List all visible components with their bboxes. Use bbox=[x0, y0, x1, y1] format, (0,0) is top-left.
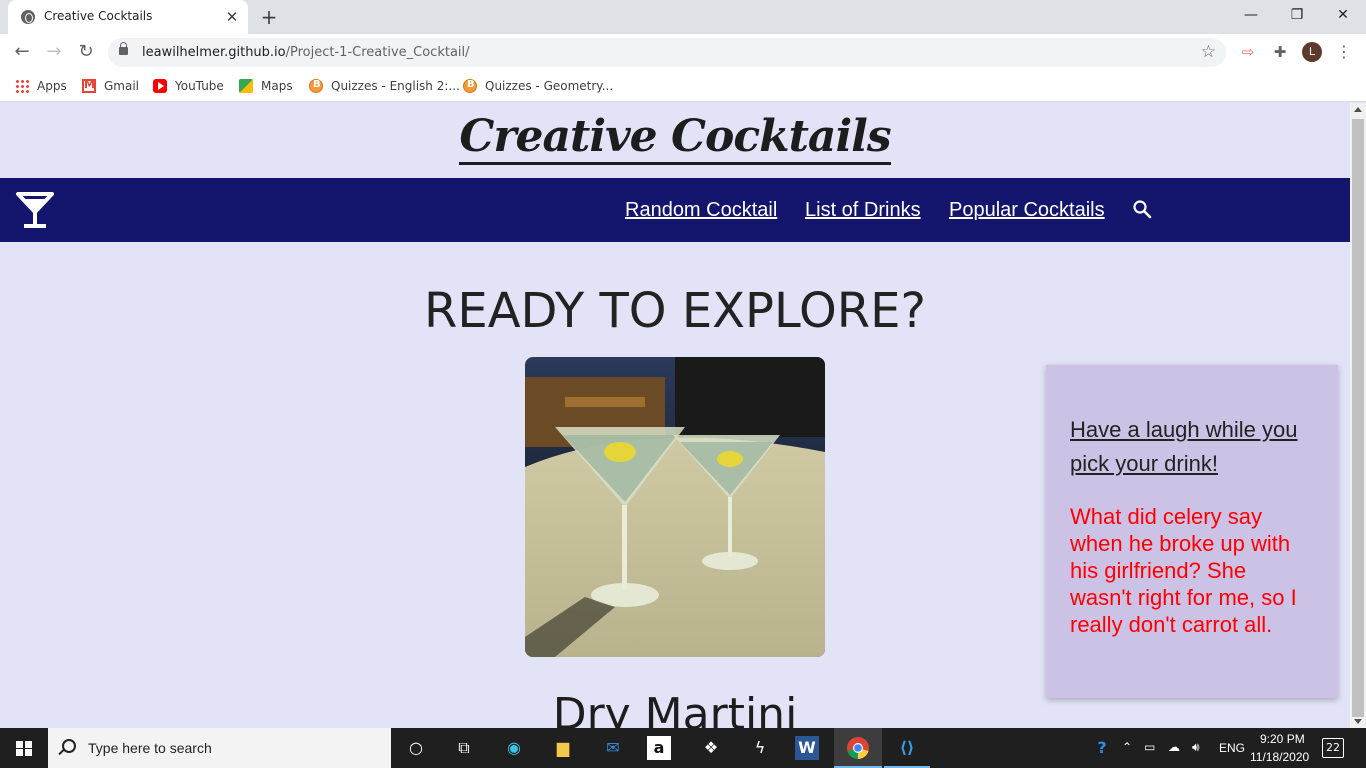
chrome-menu-icon[interactable]: ⋮ bbox=[1336, 40, 1352, 64]
gmail-icon bbox=[82, 78, 96, 93]
word-icon[interactable]: W bbox=[795, 736, 819, 760]
page-scrollbar[interactable] bbox=[1350, 103, 1366, 728]
profile-avatar[interactable]: L bbox=[1302, 42, 1322, 62]
mail-icon[interactable]: ✉ bbox=[599, 734, 627, 762]
reload-icon[interactable]: ↻ bbox=[74, 40, 98, 64]
bookmark-label: YouTube bbox=[175, 79, 224, 93]
bookmark-quizzes-geometry[interactable]: Quizzes - Geometry... bbox=[463, 76, 613, 96]
scroll-down-arrow-icon[interactable] bbox=[1354, 719, 1362, 724]
lightning-app-icon[interactable]: ϟ bbox=[746, 734, 774, 762]
vscode-icon[interactable]: ⟨⟩ bbox=[893, 734, 921, 762]
bookmark-maps[interactable]: Maps bbox=[239, 76, 293, 96]
bookmark-youtube[interactable]: YouTube bbox=[153, 76, 224, 96]
apps-grid-icon bbox=[15, 79, 29, 93]
tab-close-icon[interactable]: ✕ bbox=[222, 7, 242, 27]
notifications-icon[interactable]: 22 bbox=[1322, 738, 1344, 758]
clock-date[interactable]: 11/18/2020 bbox=[1250, 750, 1309, 764]
nav-random-cocktail[interactable]: Random Cocktail bbox=[625, 199, 777, 222]
tab-title: Creative Cocktails bbox=[44, 9, 153, 23]
joke-text: What did celery say when he broke up wit… bbox=[1070, 504, 1297, 637]
scroll-thumb[interactable] bbox=[1352, 119, 1364, 717]
page-viewport: Creative Cocktails Random Cocktail List … bbox=[0, 103, 1350, 728]
browser-tabstrip: Creative Cocktails ✕ + — ❐ ✕ bbox=[0, 0, 1366, 34]
bookmark-label: Quizzes - Geometry... bbox=[485, 79, 614, 93]
address-bar[interactable]: leawilhelmer.github.io/Project-1-Creativ… bbox=[108, 38, 1226, 67]
windows-taskbar: Type here to search ○ ⧉ ◉ ▆ ✉ a ❖ ϟ W ⟨⟩… bbox=[0, 728, 1366, 768]
youtube-icon bbox=[153, 79, 167, 93]
bookmark-label: Quizzes - English 2:... bbox=[331, 79, 460, 93]
language-indicator[interactable]: ENG bbox=[1219, 741, 1245, 755]
joke-heading-link[interactable]: Have a laugh while you pick your drink! bbox=[1070, 413, 1320, 481]
file-explorer-icon[interactable]: ▆ bbox=[549, 734, 577, 762]
bookmark-label: Maps bbox=[261, 79, 293, 93]
scroll-up-arrow-icon[interactable] bbox=[1354, 107, 1362, 112]
network-icon[interactable]: ☁ bbox=[1168, 740, 1180, 754]
url-text[interactable]: leawilhelmer.github.io/Project-1-Creativ… bbox=[142, 45, 470, 60]
bookmarks-bar: Apps Gmail YouTube Maps Quizzes - Englis… bbox=[0, 70, 1366, 102]
chrome-taskbar-active[interactable] bbox=[834, 728, 882, 768]
bookmark-star-icon[interactable]: ☆ bbox=[1201, 42, 1216, 62]
taskbar-search-placeholder: Type here to search bbox=[88, 740, 212, 756]
edge-icon[interactable]: ◉ bbox=[500, 734, 528, 762]
quizzes-icon bbox=[463, 79, 477, 93]
lock-icon bbox=[119, 42, 128, 55]
extensions-puzzle-icon[interactable]: ✚ bbox=[1270, 42, 1290, 62]
browser-toolbar: ← → ↻ leawilhelmer.github.io/Project-1-C… bbox=[0, 34, 1366, 70]
cocktail-glass-icon[interactable] bbox=[14, 190, 56, 230]
dry-martini-image[interactable] bbox=[525, 357, 825, 657]
taskbar-search-box[interactable]: Type here to search bbox=[48, 728, 391, 768]
start-button[interactable] bbox=[0, 728, 48, 768]
bookmark-apps[interactable]: Apps bbox=[15, 76, 67, 96]
windows-logo-icon bbox=[16, 741, 32, 756]
site-navbar: Random Cocktail List of Drinks Popular C… bbox=[0, 178, 1350, 242]
maps-icon bbox=[239, 79, 253, 93]
task-view-icon[interactable]: ⧉ bbox=[450, 734, 478, 762]
bookmark-gmail[interactable]: Gmail bbox=[82, 76, 139, 96]
search-icon[interactable] bbox=[1132, 199, 1152, 219]
chrome-icon bbox=[847, 737, 869, 759]
close-window-button[interactable]: ✕ bbox=[1320, 0, 1366, 30]
extension-cast-icon[interactable]: ⇨ bbox=[1238, 42, 1258, 62]
back-arrow-icon[interactable]: ← bbox=[10, 40, 34, 64]
new-tab-button[interactable]: + bbox=[258, 6, 280, 28]
globe-icon bbox=[21, 10, 35, 24]
nav-list-of-drinks[interactable]: List of Drinks bbox=[805, 199, 921, 222]
bookmark-label: Apps bbox=[37, 79, 67, 93]
cortana-icon[interactable]: ○ bbox=[402, 734, 430, 762]
quizzes-icon bbox=[309, 79, 323, 93]
bookmark-label: Gmail bbox=[104, 79, 140, 93]
forward-arrow-icon[interactable]: → bbox=[42, 40, 66, 64]
search-icon bbox=[62, 739, 76, 753]
dropbox-icon[interactable]: ❖ bbox=[697, 734, 725, 762]
volume-icon[interactable]: 🔊︎ bbox=[1192, 740, 1200, 755]
help-icon[interactable]: ? bbox=[1088, 734, 1116, 762]
bookmark-quizzes-english[interactable]: Quizzes - English 2:... bbox=[309, 76, 460, 96]
joke-card: Have a laugh while you pick your drink! … bbox=[1046, 365, 1338, 698]
browser-tab[interactable]: Creative Cocktails ✕ bbox=[8, 0, 248, 34]
tray-chevron-icon[interactable]: ⌃ bbox=[1122, 740, 1132, 754]
battery-icon[interactable]: ▭ bbox=[1144, 740, 1155, 754]
nav-popular-cocktails[interactable]: Popular Cocktails bbox=[949, 199, 1105, 222]
amazon-icon[interactable]: a bbox=[647, 736, 671, 760]
clock-time[interactable]: 9:20 PM bbox=[1260, 732, 1305, 746]
minimize-button[interactable]: — bbox=[1228, 0, 1274, 30]
site-title[interactable]: Creative Cocktails bbox=[0, 111, 1350, 165]
explore-heading: READY TO EXPLORE? bbox=[424, 283, 926, 339]
maximize-button[interactable]: ❐ bbox=[1274, 0, 1320, 30]
